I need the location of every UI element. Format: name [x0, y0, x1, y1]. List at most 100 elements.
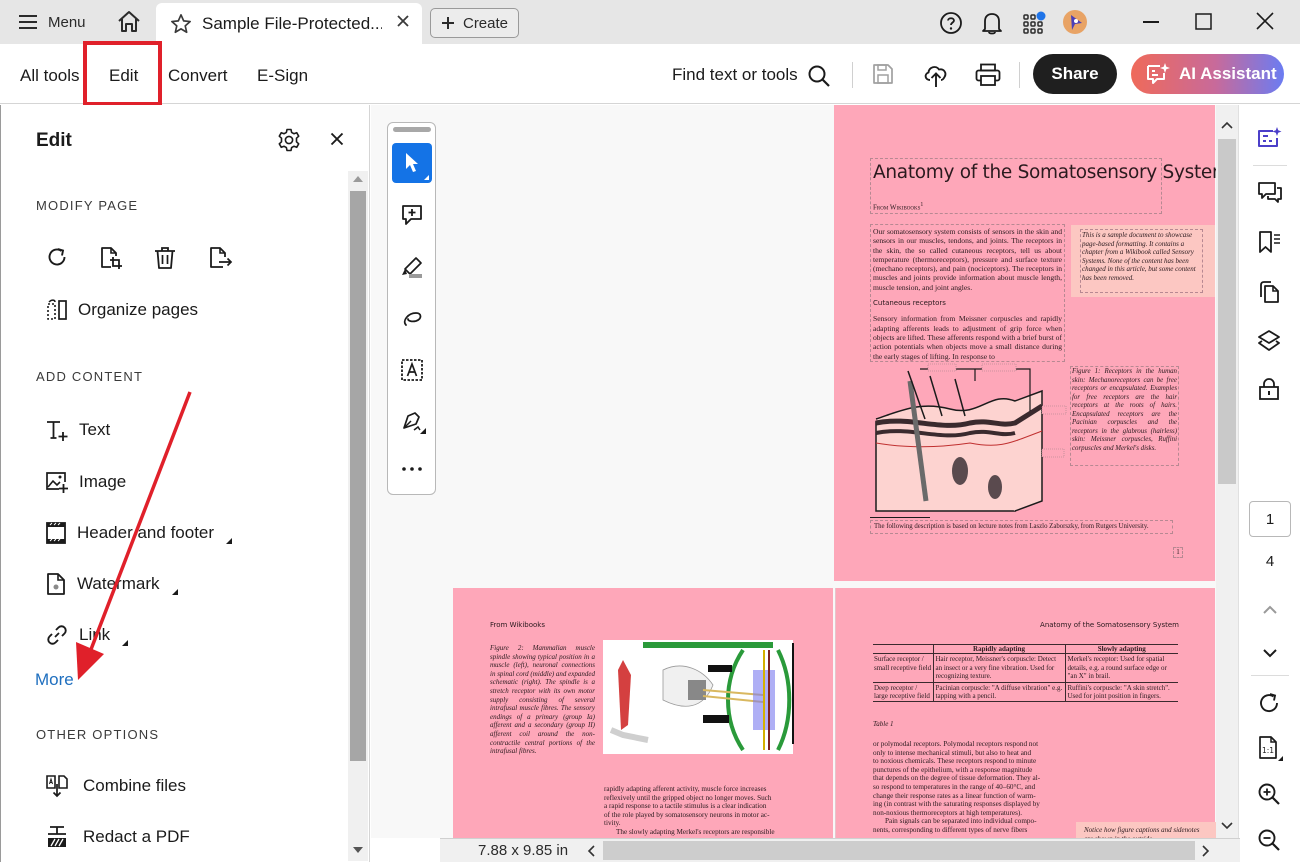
- current-page-input[interactable]: 1: [1249, 501, 1291, 537]
- tab-all-tools[interactable]: All tools: [20, 66, 80, 86]
- zoom-out-icon[interactable]: [1257, 828, 1281, 852]
- bell-icon[interactable]: [981, 11, 1003, 35]
- cursor-icon: [406, 153, 418, 172]
- add-comment-icon[interactable]: [400, 203, 424, 227]
- link-item[interactable]: Link: [45, 623, 129, 647]
- select-tool-button[interactable]: [392, 143, 432, 183]
- page-number-label: 1: [1173, 547, 1183, 558]
- status-bar: 7.88 x 9.85 in: [440, 838, 1240, 862]
- gear-icon[interactable]: [277, 128, 301, 152]
- draw-freeform-icon[interactable]: [400, 307, 424, 331]
- total-pages: 4: [1265, 553, 1275, 570]
- add-text-item[interactable]: Text: [45, 418, 110, 442]
- scrollbar-thumb[interactable]: [1218, 139, 1236, 484]
- previous-page-icon[interactable]: [1263, 605, 1277, 615]
- bookmarks-icon[interactable]: [1257, 230, 1283, 254]
- close-panel-icon[interactable]: [330, 132, 344, 146]
- menu-button[interactable]: Menu: [18, 10, 86, 34]
- running-header: Anatomy of the Somatosensory System: [1040, 621, 1179, 629]
- more-tools-icon[interactable]: [400, 466, 424, 472]
- star-icon[interactable]: [170, 13, 192, 35]
- organize-pages-item[interactable]: Organize pages: [46, 299, 198, 321]
- avatar[interactable]: [1062, 9, 1088, 35]
- maximize-icon[interactable]: [1195, 13, 1212, 30]
- table-caption: Table 1: [873, 720, 894, 728]
- body-line: only to intense mechanical stimuli, but …: [873, 748, 1032, 757]
- highlighter-icon[interactable]: [400, 255, 424, 279]
- sidenote-text: This is a sample document to showcase pa…: [1080, 229, 1203, 293]
- tab-convert[interactable]: Convert: [168, 66, 228, 86]
- pages-thumbnails-icon[interactable]: [1257, 280, 1281, 304]
- generative-summary-icon[interactable]: [1257, 126, 1283, 150]
- edit-tab-highlight-annotation: [83, 41, 162, 106]
- menu-label: Menu: [48, 13, 86, 31]
- home-button[interactable]: [116, 10, 142, 34]
- annotation-tool-rail: [387, 122, 436, 495]
- print-icon[interactable]: [975, 63, 1001, 87]
- layers-icon[interactable]: [1257, 329, 1281, 353]
- tab-e-sign[interactable]: E-Sign: [257, 66, 308, 86]
- find-text-or-tools[interactable]: Find text or tools: [672, 65, 798, 85]
- help-icon[interactable]: [939, 11, 963, 35]
- horizontal-scrollbar[interactable]: [603, 841, 1195, 860]
- add-image-item[interactable]: Image: [45, 470, 126, 494]
- create-button[interactable]: Create: [430, 8, 519, 38]
- footnote-marker: 1: [920, 202, 924, 208]
- body-line: to noxious chemicals. These receptors re…: [873, 757, 1037, 766]
- crop-page-icon[interactable]: [100, 246, 124, 270]
- scroll-up-arrow[interactable]: [353, 176, 363, 182]
- scroll-left-arrow[interactable]: [587, 845, 595, 857]
- search-icon[interactable]: [807, 64, 831, 88]
- text-add-icon: [47, 421, 68, 441]
- divider: [852, 62, 853, 88]
- submenu-indicator: [424, 175, 429, 180]
- muscle-spindle-figure: [603, 640, 794, 754]
- vertical-scrollbar[interactable]: [1216, 105, 1238, 838]
- text-box-icon[interactable]: [400, 358, 424, 382]
- pdf-page-3: Anatomy of the Somatosensory System Rapi…: [835, 588, 1216, 838]
- panel-scrollbar[interactable]: [348, 171, 368, 861]
- scrollbar-thumb[interactable]: [350, 191, 366, 761]
- apps-grid-icon[interactable]: [1022, 11, 1048, 35]
- rotate-icon[interactable]: [46, 246, 68, 268]
- watermark-item[interactable]: Watermark: [45, 572, 178, 596]
- more-link[interactable]: More: [35, 670, 74, 690]
- delete-icon[interactable]: [154, 246, 176, 270]
- header-footer-item[interactable]: Header and footer: [45, 521, 233, 545]
- receptor-table: Rapidly adapting Slowly adapting Surface…: [873, 644, 1178, 702]
- document-viewer[interactable]: Anatomy of the Somatosensory System From…: [371, 105, 1216, 838]
- extract-page-icon[interactable]: [209, 246, 233, 270]
- scroll-down-arrow[interactable]: [1221, 822, 1233, 830]
- tab-close-icon[interactable]: [396, 14, 410, 28]
- zoom-in-icon[interactable]: [1257, 782, 1281, 806]
- combine-files-item[interactable]: Combine files: [45, 774, 186, 798]
- scroll-up-arrow[interactable]: [1221, 121, 1233, 129]
- redact-pdf-item[interactable]: Redact a PDF: [45, 825, 190, 849]
- window-close-icon[interactable]: [1256, 12, 1274, 30]
- minimize-icon[interactable]: [1142, 11, 1160, 31]
- document-tab[interactable]: Sample File-Protected....: [156, 3, 422, 44]
- divider: [1251, 675, 1289, 676]
- body-line: or polymodal receptors. Polymodal recept…: [873, 740, 1039, 748]
- sign-pen-icon[interactable]: [400, 410, 426, 434]
- next-page-icon[interactable]: [1263, 648, 1277, 658]
- document-title: Anatomy of the Somatosensory System: [873, 162, 1216, 183]
- footnote-rule: [870, 517, 930, 518]
- share-button[interactable]: Share: [1033, 54, 1117, 94]
- actual-size-icon[interactable]: 1:1: [1257, 735, 1283, 761]
- table-cell: Deep receptor / large receptive field: [873, 682, 934, 702]
- table-cell: Merkel's receptor: Used for spatial deta…: [1067, 655, 1167, 681]
- page-size-label: 7.88 x 9.85 in: [478, 842, 569, 859]
- comments-icon[interactable]: [1257, 181, 1283, 205]
- rotate-view-icon[interactable]: [1257, 691, 1281, 715]
- drag-handle[interactable]: [393, 127, 431, 132]
- scroll-down-arrow[interactable]: [353, 847, 363, 853]
- intro-text-block: Our somatosensory system consists of sen…: [870, 224, 1065, 362]
- title-bar: Menu Sample File-Protected.... Create: [0, 0, 1300, 44]
- ai-assistant-button[interactable]: AI Assistant: [1131, 54, 1284, 94]
- lock-icon[interactable]: [1257, 377, 1281, 401]
- cloud-upload-icon[interactable]: [922, 61, 950, 89]
- scroll-right-arrow[interactable]: [1202, 845, 1210, 857]
- right-rail: 1 4 1:1: [1238, 105, 1300, 862]
- save-icon[interactable]: [872, 63, 894, 85]
